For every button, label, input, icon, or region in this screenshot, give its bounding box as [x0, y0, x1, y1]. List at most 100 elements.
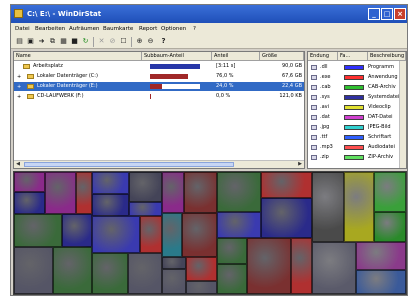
subtree-share-fill	[150, 84, 162, 89]
refresh-icon[interactable]: ↻	[81, 37, 90, 46]
extension-name: .avi	[320, 104, 330, 110]
treemap-cell[interactable]	[45, 172, 76, 214]
treemap-cell[interactable]	[356, 242, 406, 270]
tree-horizontal-scrollbar[interactable]: ◀ ▶	[14, 160, 304, 168]
treemap-cell[interactable]	[374, 172, 406, 212]
treemap-cell[interactable]	[162, 269, 186, 294]
treemap-cell[interactable]	[344, 172, 374, 242]
treemap-cell[interactable]	[186, 281, 217, 294]
treemap-cell[interactable]	[62, 214, 92, 247]
expand-icon[interactable]: +	[17, 73, 21, 82]
column-header-name[interactable]: Name	[14, 52, 142, 61]
extension-row[interactable]: .zip ZIP-Archiv	[308, 153, 400, 162]
treemap-cell[interactable]	[312, 242, 356, 294]
menu-datei[interactable]: Datei	[15, 26, 30, 32]
treemap-cell[interactable]	[140, 216, 162, 253]
properties-icon[interactable]: ☐	[119, 37, 128, 46]
minimize-button[interactable]: _	[368, 8, 380, 20]
copy-icon[interactable]: ⧉	[48, 37, 57, 46]
treemap-cell[interactable]	[14, 172, 45, 192]
treemap-cell[interactable]	[217, 212, 261, 238]
treemap-cell[interactable]	[129, 202, 162, 216]
app-window: C:\ E:\ - WinDirStat _ □ × Datei Bearbei…	[10, 4, 408, 296]
menu-help[interactable]: ?	[193, 26, 196, 32]
terminal-icon[interactable]: ■	[70, 37, 79, 46]
treemap-cell[interactable]	[53, 247, 92, 294]
extension-row[interactable]: .jpg JPEG-Bild	[308, 123, 400, 132]
treemap-cell[interactable]	[162, 172, 184, 213]
treemap-cell[interactable]	[182, 213, 217, 257]
extension-description: Programm	[368, 64, 394, 70]
treemap-cell[interactable]	[92, 194, 129, 216]
explorer-icon[interactable]: ▦	[59, 37, 68, 46]
scrollbar-thumb[interactable]	[24, 162, 234, 167]
treemap-cell[interactable]	[76, 172, 92, 214]
treemap-cell[interactable]	[92, 253, 128, 294]
extension-row[interactable]: .dat DAT-Datei	[308, 113, 400, 122]
treemap-cell[interactable]	[92, 172, 129, 194]
treemap-cell[interactable]	[14, 192, 45, 214]
tree-row[interactable]: + Lokaler Datenträger (C:) 76,0 % 67,6 GB	[14, 72, 304, 81]
treemap-cell[interactable]	[128, 253, 162, 294]
treemap-cell[interactable]	[129, 172, 162, 202]
column-header-share[interactable]: Anteil	[212, 52, 260, 61]
scroll-left-icon[interactable]: ◀	[14, 161, 22, 168]
zoom-in-icon[interactable]: ⊕	[135, 37, 144, 46]
file-type-icon	[311, 85, 317, 90]
tree-row[interactable]: + CD-LAUFWERK (F:) 0,0 % 121,0 KB	[14, 92, 304, 101]
extension-row[interactable]: .cab CAB-Archiv	[308, 83, 400, 92]
menu-aufraeumen[interactable]: Aufräumen	[69, 26, 100, 32]
column-header-color[interactable]: Fa...	[338, 52, 368, 61]
treemap-cell[interactable]	[162, 213, 182, 257]
extension-row[interactable]: .exe Anwendung	[308, 73, 400, 82]
extension-row[interactable]: .avi Videoclip	[308, 103, 400, 112]
expand-icon[interactable]: +	[17, 83, 21, 92]
treemap-cell[interactable]	[217, 172, 261, 212]
treemap-cell[interactable]	[217, 238, 247, 264]
menu-baumkarte[interactable]: Baumkarte	[103, 26, 133, 32]
title-bar[interactable]: C:\ E:\ - WinDirStat _ □ ×	[11, 5, 407, 23]
arrow-icon[interactable]: ➜	[37, 37, 46, 46]
extension-row[interactable]: .dll Programm	[308, 63, 400, 72]
treemap-cell[interactable]	[184, 172, 217, 213]
help-icon[interactable]: ?	[159, 37, 168, 46]
expand-icon[interactable]: +	[17, 93, 21, 102]
treemap-cell[interactable]	[261, 172, 312, 198]
treemap-cell[interactable]	[247, 238, 291, 294]
close-button[interactable]: ×	[394, 8, 406, 20]
delete-icon[interactable]: ✕	[97, 37, 106, 46]
extension-row[interactable]: .sys Systemdatei	[308, 93, 400, 102]
column-header-extension[interactable]: Endung	[308, 52, 338, 61]
treemap-cell[interactable]	[217, 264, 247, 294]
save-icon[interactable]: ▣	[26, 37, 35, 46]
share-value: [3:11 s]	[216, 63, 236, 69]
extension-row[interactable]: .ttf Schriftart	[308, 133, 400, 142]
treemap-cell[interactable]	[312, 172, 344, 242]
column-header-subtree-share[interactable]: Subbaum-Anteil	[142, 52, 212, 61]
treemap-cell[interactable]	[356, 270, 406, 294]
column-header-description[interactable]: Beschreibung	[368, 52, 406, 61]
scroll-right-icon[interactable]: ▶	[296, 161, 304, 168]
maximize-button[interactable]: □	[381, 8, 393, 20]
treemap-cell[interactable]	[291, 238, 312, 294]
tree-row[interactable]: + Lokaler Datenträger (E:) 24,0 % 22,4 GB	[14, 82, 304, 91]
open-icon[interactable]: ▤	[15, 37, 24, 46]
file-type-icon	[311, 125, 317, 130]
treemap-cell[interactable]	[162, 257, 186, 269]
treemap-cell[interactable]	[92, 216, 140, 253]
menu-optionen[interactable]: Optionen	[161, 26, 186, 32]
zoom-out-icon[interactable]: ⊖	[146, 37, 155, 46]
column-header-size[interactable]: Größe	[260, 52, 304, 61]
menu-bearbeiten[interactable]: Bearbeiten	[35, 26, 65, 32]
tree-row[interactable]: Arbeitsplatz [3:11 s] 90,0 GB	[14, 62, 304, 71]
extension-vertical-scrollbar[interactable]	[399, 61, 406, 168]
treemap[interactable]	[13, 171, 407, 295]
treemap-cell[interactable]	[14, 247, 53, 294]
extension-row[interactable]: .mp3 Audiodatei	[308, 143, 400, 152]
treemap-cell[interactable]	[186, 257, 217, 281]
treemap-cell[interactable]	[374, 212, 406, 242]
menu-report[interactable]: Report	[139, 26, 157, 32]
treemap-cell[interactable]	[261, 198, 312, 238]
treemap-cell[interactable]	[14, 214, 62, 247]
delete-forever-icon[interactable]: ⊘	[108, 37, 117, 46]
